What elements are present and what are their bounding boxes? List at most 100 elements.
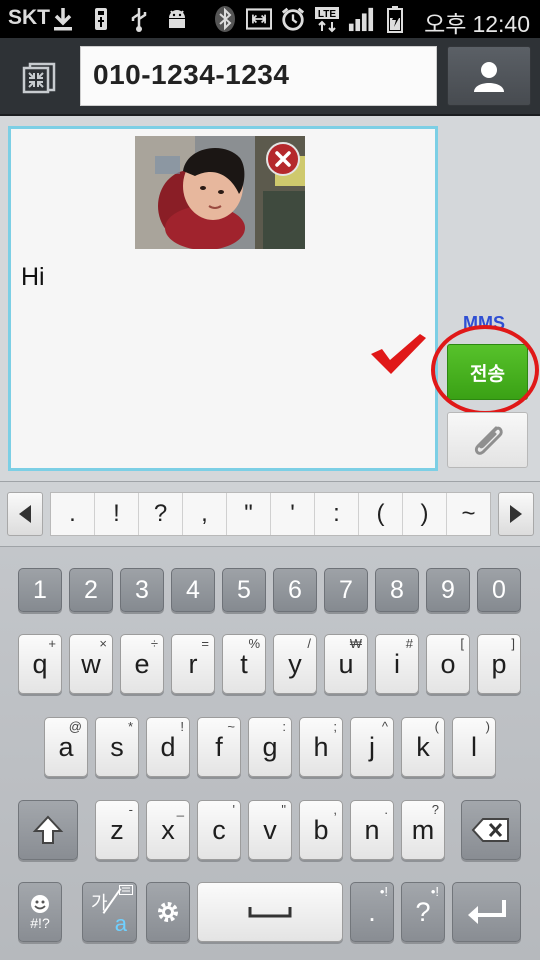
symbol-key[interactable]: ): [403, 493, 447, 535]
gear-icon: [158, 902, 178, 922]
shift-icon: [32, 815, 64, 844]
key-b[interactable]: ,b: [299, 800, 343, 860]
key-8[interactable]: 8: [375, 568, 419, 612]
compose-area: Hi MMS 전송: [0, 116, 540, 481]
key-s[interactable]: * s: [95, 717, 139, 777]
key-v[interactable]: " v: [248, 800, 292, 860]
key-p[interactable]: ] p: [477, 634, 521, 694]
alarm-icon: [280, 4, 306, 34]
symbol-key[interactable]: ?: [139, 493, 183, 535]
key-d[interactable]: ! d: [146, 717, 190, 777]
arrow-right-icon: [510, 505, 522, 523]
android-debug-icon: [164, 4, 190, 34]
smiley-icon: [31, 895, 49, 913]
key-f[interactable]: ~ f: [197, 717, 241, 777]
key-o[interactable]: [o: [426, 634, 470, 694]
symbols-prev-button[interactable]: [7, 492, 43, 536]
question-key[interactable]: •!?: [401, 882, 445, 942]
key-4[interactable]: 4: [171, 568, 215, 612]
contacts-button[interactable]: [447, 46, 531, 106]
carrier-label: SKT: [8, 6, 50, 29]
collapse-icon: [22, 62, 56, 94]
symbol-key[interactable]: ,: [183, 493, 227, 535]
keyboard: 1 2 3 4 5 6 7 8 9 0 + q × w ÷ e = r % t / y ₩ u…: [0, 547, 540, 960]
key-a[interactable]: @ a: [44, 717, 88, 777]
key-x[interactable]: _ x: [146, 800, 190, 860]
message-input[interactable]: Hi: [8, 126, 438, 471]
key-e[interactable]: ÷ e: [120, 634, 164, 694]
key-i[interactable]: # i: [375, 634, 419, 694]
remove-attachment-button[interactable]: [266, 142, 300, 176]
recipient-field[interactable]: 010-1234-1234: [80, 46, 437, 106]
symbol-key[interactable]: :: [315, 493, 359, 535]
key-7[interactable]: 7: [324, 568, 368, 612]
language-key[interactable]: 가 a: [82, 882, 137, 942]
key-1[interactable]: 1: [18, 568, 62, 612]
symbol-key[interactable]: !: [95, 493, 139, 535]
symbol-key[interactable]: ': [271, 493, 315, 535]
usb-icon: [88, 4, 114, 34]
compose-header: 010-1234-1234: [0, 38, 540, 116]
key-m[interactable]: ? m: [401, 800, 445, 860]
attach-button[interactable]: [447, 412, 528, 468]
key-u[interactable]: ₩ u: [324, 634, 368, 694]
recipient-number: 010-1234-1234: [93, 59, 290, 90]
key-n[interactable]: .n: [350, 800, 394, 860]
ampm-label: 오후: [424, 11, 467, 37]
key-9[interactable]: 9: [426, 568, 470, 612]
keyboard-icon: [119, 885, 133, 895]
bluetooth-icon: [212, 4, 238, 34]
battery-charging-icon: [382, 4, 408, 34]
clock: 오후 12:40: [424, 5, 530, 39]
key-k[interactable]: (k: [401, 717, 445, 777]
arrow-left-icon: [19, 505, 31, 523]
usb-debug-icon: [126, 4, 152, 34]
settings-key[interactable]: [146, 882, 190, 942]
key-5[interactable]: 5: [222, 568, 266, 612]
key-t[interactable]: % t: [222, 634, 266, 694]
time-label: 12:40: [472, 11, 530, 37]
symbol-key[interactable]: (: [359, 493, 403, 535]
key-3[interactable]: 3: [120, 568, 164, 612]
annotation-checkmark: [371, 334, 426, 374]
emoji-symbol-key[interactable]: #!?: [18, 882, 62, 942]
symbol-strip: . ! ? , " ' : ( ) ~: [50, 492, 491, 536]
download-icon: [50, 4, 76, 34]
key-0[interactable]: 0: [477, 568, 521, 612]
key-r[interactable]: = r: [171, 634, 215, 694]
status-bar: SKT LTE 오후 12:40: [0, 0, 540, 38]
signal-icon: [348, 4, 374, 34]
close-icon: [275, 151, 291, 167]
key-6[interactable]: 6: [273, 568, 317, 612]
annotation-circle: [431, 325, 539, 415]
paperclip-icon: [474, 426, 503, 455]
key-z[interactable]: -z: [95, 800, 139, 860]
collapse-button[interactable]: [14, 52, 64, 102]
key-y[interactable]: / y: [273, 634, 317, 694]
backspace-key[interactable]: [461, 800, 521, 860]
svg-text:LTE: LTE: [318, 9, 336, 20]
backspace-icon: [471, 818, 509, 842]
key-j[interactable]: ^ j: [350, 717, 394, 777]
shift-key[interactable]: [18, 800, 78, 860]
key-l[interactable]: ) l: [452, 717, 496, 777]
period-key[interactable]: •!.: [350, 882, 394, 942]
symbol-suggestion-bar: . ! ? , " ' : ( ) ~: [0, 481, 540, 547]
symbol-key[interactable]: ~: [447, 493, 490, 535]
key-g[interactable]: :g: [248, 717, 292, 777]
key-2[interactable]: 2: [69, 568, 113, 612]
key-c[interactable]: ' c: [197, 800, 241, 860]
space-icon: [248, 907, 292, 918]
symbol-key[interactable]: ": [227, 493, 271, 535]
nfc-icon: [246, 4, 272, 34]
symbol-key[interactable]: .: [51, 493, 95, 535]
language-key-english: a: [114, 911, 127, 936]
space-key[interactable]: [197, 882, 343, 942]
key-h[interactable]: ; h: [299, 717, 343, 777]
key-q[interactable]: + q: [18, 634, 62, 694]
enter-icon: [467, 900, 506, 924]
enter-key[interactable]: [452, 882, 521, 942]
emoji-key-label: #!?: [30, 915, 50, 931]
symbols-next-button[interactable]: [498, 492, 534, 536]
key-w[interactable]: × w: [69, 634, 113, 694]
